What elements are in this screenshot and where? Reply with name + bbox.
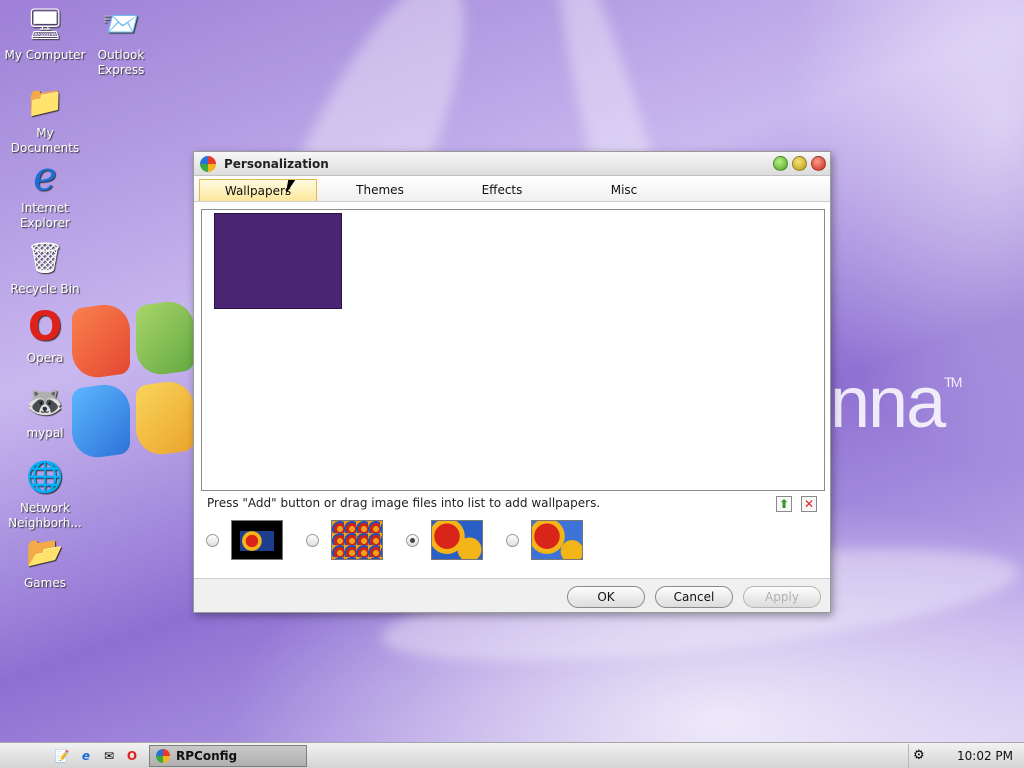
desktop-icon-games[interactable]: 📂 Games xyxy=(0,530,90,591)
taskbar: 📝 e ✉ O RPConfig ⚙ 10:02 PM xyxy=(0,742,1024,768)
remove-wallpaper-button[interactable]: ✕ xyxy=(801,496,817,512)
tab-misc[interactable]: Misc xyxy=(565,179,683,201)
desktop-icon-opera[interactable]: O Opera xyxy=(0,305,90,366)
wallpaper-thumbnail-4[interactable] xyxy=(531,520,583,560)
tab-wallpapers[interactable]: Wallpapers xyxy=(199,179,317,201)
dialog-footer: OK Cancel Apply xyxy=(194,578,830,612)
quicklaunch-opera-icon[interactable]: O xyxy=(124,748,140,764)
personalization-window: Personalization Wallpapers Themes Effect… xyxy=(193,151,831,613)
icon-label: Recycle Bin xyxy=(10,282,80,296)
desktop-icon-network-neighborhood[interactable]: 🌐 Network Neighborh... xyxy=(0,455,90,531)
opera-icon: O xyxy=(27,303,62,350)
list-item[interactable] xyxy=(506,520,583,560)
app-logo-icon xyxy=(156,749,170,763)
list-item[interactable] xyxy=(406,520,483,560)
windows-logo-decoration xyxy=(72,291,202,479)
list-item[interactable] xyxy=(306,520,383,560)
window-title: Personalization xyxy=(224,156,329,171)
internet-explorer-icon: e xyxy=(33,153,57,200)
mail-icon: 📨 xyxy=(102,6,140,42)
computer-icon: 🖥 xyxy=(25,6,65,42)
wallpaper-thumbnail-1[interactable] xyxy=(231,520,283,560)
icon-label: mypal xyxy=(26,426,64,440)
icon-label: My Documents xyxy=(10,126,80,155)
wallpaper-thumbnail-3[interactable] xyxy=(431,520,483,560)
desktop-icon-mypal[interactable]: 🦝 mypal xyxy=(0,380,90,441)
close-button[interactable] xyxy=(811,156,826,171)
tab-themes[interactable]: Themes xyxy=(321,179,439,201)
wallpaper-radio-3[interactable] xyxy=(406,533,419,547)
close-icon: ✕ xyxy=(803,497,815,511)
quicklaunch-outlook-icon[interactable]: ✉ xyxy=(101,748,117,764)
task-label: RPConfig xyxy=(176,749,238,763)
wallpaper-thumbnail-2[interactable] xyxy=(331,520,383,560)
apply-button[interactable]: Apply xyxy=(743,586,821,608)
system-tray: ⚙ 10:02 PM xyxy=(908,744,1024,768)
icon-label: Outlook Express xyxy=(97,48,145,77)
window-titlebar[interactable]: Personalization xyxy=(194,152,830,176)
desktop-icon-outlook-express[interactable]: 📨 Outlook Express xyxy=(76,2,166,78)
desktop-icon-my-documents[interactable]: 📁 My Documents xyxy=(0,80,90,156)
folder-icon: 📁 xyxy=(26,84,64,120)
wallpaper-preview-area xyxy=(201,209,825,491)
wallpaper-radio-2[interactable] xyxy=(306,533,319,547)
minimize-button[interactable] xyxy=(792,156,807,171)
desktop-icon-internet-explorer[interactable]: e Internet Explorer xyxy=(0,155,90,231)
ok-button[interactable]: OK xyxy=(567,586,645,608)
clock[interactable]: 10:02 PM xyxy=(957,749,1013,763)
wallpaper-thumbnail-list xyxy=(204,520,804,562)
quicklaunch-ie-icon[interactable]: e xyxy=(78,748,94,764)
network-icon: 🌐 xyxy=(26,459,64,495)
add-wallpaper-hint: Press "Add" button or drag image files i… xyxy=(207,496,601,510)
folder-icon: 📂 xyxy=(26,534,64,570)
app-logo-icon xyxy=(200,155,216,172)
wallpaper-radio-1[interactable] xyxy=(206,533,219,547)
arrow-up-icon: ⬆ xyxy=(778,497,790,511)
wallpaper-radio-4[interactable] xyxy=(506,533,519,547)
icon-label: Internet Explorer xyxy=(20,201,70,230)
cancel-button[interactable]: Cancel xyxy=(655,586,733,608)
maximize-button[interactable] xyxy=(773,156,788,171)
list-item[interactable] xyxy=(206,520,283,560)
raccoon-icon: 🦝 xyxy=(26,384,64,420)
wallpaper-color-swatch[interactable] xyxy=(214,213,342,309)
icon-label: Opera xyxy=(26,351,64,365)
taskbar-button-rpconfig[interactable]: RPConfig xyxy=(149,745,307,767)
desktop-icon-recycle-bin[interactable]: 🗑 Recycle Bin xyxy=(0,236,90,297)
recycle-bin-icon: 🗑 xyxy=(25,240,65,276)
quicklaunch-notepad-icon[interactable]: 📝 xyxy=(54,748,70,764)
icon-label: Network Neighborh... xyxy=(8,501,82,530)
wallpaper-brand-text: nnaTM xyxy=(830,363,962,443)
add-wallpaper-button[interactable]: ⬆ xyxy=(776,496,792,512)
tab-effects[interactable]: Effects xyxy=(443,179,561,201)
tray-status-icon[interactable]: ⚙ xyxy=(913,748,925,763)
icon-label: Games xyxy=(24,576,66,590)
